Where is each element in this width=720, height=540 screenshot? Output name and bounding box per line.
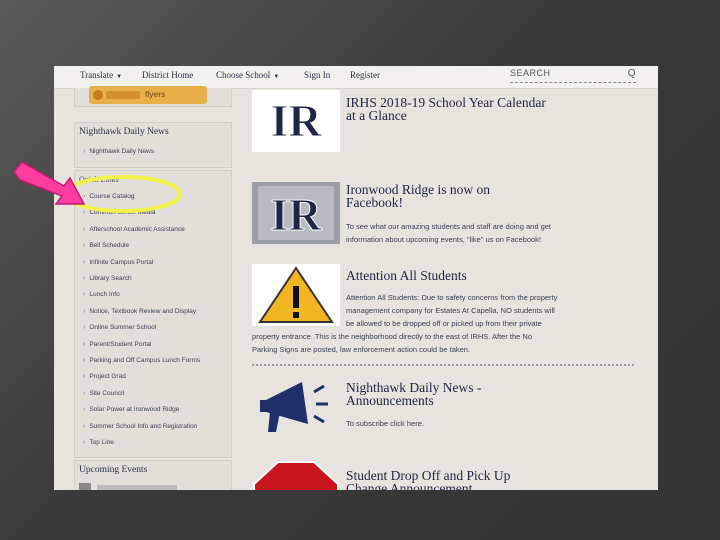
- peachjar-logo: [93, 90, 140, 100]
- daily-news-heading: Nighthawk Daily News: [79, 127, 169, 137]
- peachjar-flyers-button[interactable]: flyers: [89, 86, 207, 104]
- attention-card-text-line5: Parking Signs are posted, law enforcemen…: [252, 345, 471, 354]
- ir-logo-text: IR: [270, 189, 322, 240]
- sidebar-link[interactable]: Summer School Info and Registration: [83, 423, 197, 430]
- sidebar-link[interactable]: Online Summer School: [83, 324, 156, 331]
- ir-facebook-image[interactable]: IR: [252, 182, 340, 244]
- event-placeholder: [97, 485, 177, 490]
- ir-logo-text: IR: [270, 95, 322, 146]
- upcoming-events-box: Upcoming Events: [74, 460, 232, 490]
- ir-logo: IR: [270, 95, 323, 147]
- megaphone-icon: [260, 382, 328, 432]
- sidebar-link[interactable]: Infinite Campus Portal: [83, 259, 153, 266]
- calendar-icon: [79, 483, 91, 490]
- facebook-card-title-line2[interactable]: Facebook!: [346, 196, 403, 210]
- district-home-link[interactable]: District Home: [142, 70, 193, 80]
- calendar-card-title-line2[interactable]: at a Glance: [346, 109, 407, 123]
- sidebar-link[interactable]: Library Search: [83, 275, 131, 282]
- sidebar-link[interactable]: Common Sense Media: [83, 209, 155, 216]
- sidebar-link[interactable]: Parking and Off Campus Lunch Forms: [83, 357, 200, 364]
- flyers-box: flyers: [74, 86, 232, 107]
- attention-card-title[interactable]: Attention All Students: [346, 269, 467, 283]
- chevron-down-icon: ▼: [116, 74, 123, 80]
- quick-links-heading: Quick Links: [79, 175, 119, 184]
- search-placeholder: SEARCH: [510, 68, 551, 78]
- ir-logo-image[interactable]: IR: [252, 90, 340, 152]
- attention-card-text-line2: management company for Estates At Capell…: [346, 306, 555, 315]
- main-content: IR IRHS 2018-19 School Year Calendar at …: [250, 88, 650, 490]
- daily-news-card-title-line2[interactable]: Announcements: [346, 394, 434, 408]
- megaphone-image[interactable]: [252, 374, 340, 436]
- search-icon[interactable]: Q: [628, 68, 636, 79]
- website-screenshot: Translate ▼ District Home Choose School ▼ …: [54, 66, 658, 490]
- sidebar-link[interactable]: Project Grad: [83, 373, 126, 380]
- ir-logo: IR: [258, 186, 334, 241]
- attention-card-text-line3: be allowed to be dropped off or picked u…: [346, 319, 542, 328]
- sidebar-link[interactable]: Course Catalog: [83, 193, 134, 200]
- choose-school-label: Choose School: [216, 70, 271, 80]
- sidebar-link[interactable]: Site Council: [83, 390, 124, 397]
- sidebar-link[interactable]: Solar Power at Ironwood Ridge: [83, 406, 179, 413]
- quick-links-box: Quick Links Course Catalog Common Sense M…: [74, 170, 232, 458]
- flyers-label: flyers: [145, 89, 166, 99]
- sidebar-link[interactable]: Top Line: [83, 439, 114, 446]
- sidebar-link[interactable]: Notice, Textbook Review and Display: [83, 308, 196, 315]
- sidebar-link[interactable]: Afterschool Academic Assistance: [83, 226, 184, 233]
- attention-card-text: Attention All Students: Due to safety co…: [346, 293, 558, 302]
- sidebar-link[interactable]: Parent/Student Portal: [83, 341, 151, 348]
- stop-sign-icon: [253, 461, 339, 490]
- warning-icon: [258, 266, 334, 323]
- sidebar-link[interactable]: Bell Schedule: [83, 242, 129, 249]
- sign-in-link[interactable]: Sign In: [304, 70, 330, 80]
- dropoff-card-title-line2[interactable]: Change Announcement: [346, 482, 472, 490]
- divider: [252, 364, 634, 366]
- facebook-card-text: To see what our amazing students and sta…: [346, 222, 551, 231]
- warning-image[interactable]: [252, 264, 340, 326]
- sidebar-link[interactable]: Lunch Info: [83, 291, 119, 298]
- choose-school-menu[interactable]: Choose School ▼: [216, 70, 279, 80]
- translate-menu[interactable]: Translate ▼: [80, 70, 122, 80]
- translate-label: Translate: [80, 70, 114, 80]
- subscribe-link[interactable]: To subscribe click here.: [346, 418, 424, 431]
- facebook-card-text-line2: information about upcoming events, "like…: [346, 235, 542, 244]
- stop-sign-image[interactable]: [252, 458, 340, 490]
- chevron-down-icon: ▼: [273, 74, 280, 80]
- attention-card-text-line4: property entrance. This is the neighborh…: [252, 332, 533, 341]
- daily-news-link[interactable]: Nighthawk Daily News: [83, 148, 154, 155]
- upcoming-events-heading: Upcoming Events: [79, 465, 148, 475]
- search-input[interactable]: SEARCH Q: [510, 68, 636, 83]
- daily-news-box: Nighthawk Daily News Nighthawk Daily New…: [74, 122, 232, 168]
- register-link[interactable]: Register: [350, 70, 380, 80]
- sidebar: flyers Nighthawk Daily News Nighthawk Da…: [74, 86, 232, 490]
